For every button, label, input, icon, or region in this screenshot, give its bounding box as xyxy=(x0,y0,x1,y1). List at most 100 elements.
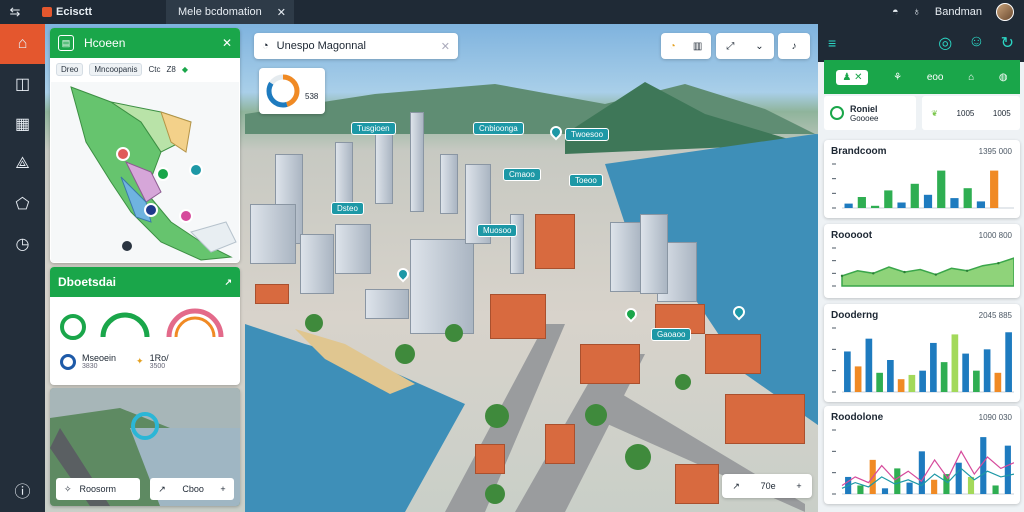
back-icon[interactable]: ⇆ xyxy=(0,0,30,24)
camera-label-box[interactable]: ✧ Roosorm xyxy=(56,478,140,500)
bar xyxy=(876,372,883,392)
region-map-header: ▤ Hcoeen ✕ xyxy=(50,28,240,58)
donut-chart xyxy=(266,74,300,108)
bar xyxy=(908,374,916,392)
tab-home-icon[interactable]: ⌂ xyxy=(968,72,974,83)
arrow-icon[interactable]: ↗ xyxy=(158,484,166,495)
map-marker[interactable]: Cmaoo xyxy=(503,168,541,181)
folder-icon[interactable]: ⬠ xyxy=(0,184,45,224)
expand-icon[interactable]: ⤢ xyxy=(726,41,734,52)
search-input[interactable]: Unespo Magonnal xyxy=(277,40,433,52)
refresh-icon[interactable]: ↻ xyxy=(1001,33,1014,53)
bar xyxy=(844,203,853,208)
navigation-icon[interactable]: ⟁ xyxy=(0,144,45,184)
leaf-icon xyxy=(830,106,844,120)
map-layers-icon[interactable]: ◫ xyxy=(0,64,45,104)
avatar[interactable] xyxy=(996,3,1014,21)
map-marker[interactable]: Tusgioen xyxy=(351,122,396,135)
close-icon[interactable]: ✕ xyxy=(222,36,232,50)
map-marker[interactable]: Twoesoo xyxy=(565,128,610,141)
bar xyxy=(951,334,959,392)
analytics-toolbar: ≡ ◎ ☺ ↻ xyxy=(818,24,1024,62)
map-marker[interactable]: Dsteo xyxy=(331,202,364,215)
chart-value: 2045 885 xyxy=(978,311,1012,320)
map-marker[interactable]: Muosoo xyxy=(477,224,518,237)
tab-label[interactable]: eoo xyxy=(927,72,944,83)
bar xyxy=(894,468,901,494)
chart-title: Brandcoom xyxy=(831,146,887,157)
bar xyxy=(844,351,851,392)
bar-chart xyxy=(832,163,1014,209)
chart-card: Brandcoom 1395 000 xyxy=(824,140,1020,218)
chevron-down-icon[interactable]: ⌄ xyxy=(755,41,763,52)
stat-label: Mseoein xyxy=(82,353,117,363)
bar xyxy=(992,485,999,494)
filter-chip[interactable]: Ctc xyxy=(148,65,160,74)
app-logo-icon xyxy=(42,7,52,17)
summary-value: 1005 xyxy=(956,108,975,118)
active-tab[interactable]: Mele bcdomation ✕ xyxy=(166,0,294,24)
stats-header: Dboetsdai ↗ xyxy=(50,267,240,297)
map-footer-label: 70e xyxy=(760,481,776,491)
settings-icon[interactable]: ⓘ xyxy=(0,478,45,502)
filter-chip[interactable]: Z8 xyxy=(166,65,175,74)
data-point xyxy=(934,273,938,276)
summary-value: 1005 xyxy=(992,108,1011,118)
donut-value: 538 xyxy=(305,92,319,101)
add-icon[interactable]: + xyxy=(796,481,801,491)
donut-widget: 538 xyxy=(259,68,325,114)
sparkle-icon: ✦ xyxy=(136,356,144,366)
user-name[interactable]: Bandman xyxy=(935,6,982,18)
tab-globe-icon[interactable]: ◍ xyxy=(999,72,1008,83)
bar xyxy=(854,366,862,392)
notification-icon[interactable]: ◓ xyxy=(892,6,899,18)
camera-feed-panel[interactable]: ✧ Roosorm ↗ Cboo + xyxy=(50,388,240,506)
camera-control-box[interactable]: ↗ Cboo + xyxy=(150,478,234,500)
map-footer-control: ↗ 70e + xyxy=(722,474,812,498)
combo-chart xyxy=(832,429,1014,495)
map-marker[interactable]: Toeoo xyxy=(569,174,603,187)
filter-row: Dreo Mncoopanis Ctc Z8 ◆ xyxy=(50,58,240,80)
layer-icon[interactable]: ◆ xyxy=(182,65,188,74)
refresh-icon[interactable]: ◔ xyxy=(670,41,676,52)
stats-panel: Dboetsdai ↗ Mseoein 3830 ✦ 1Ro/ 3500 xyxy=(50,267,240,385)
user-icon[interactable]: ♁ xyxy=(913,6,921,18)
clear-icon[interactable]: ✕ xyxy=(441,40,450,53)
data-point xyxy=(840,274,844,278)
search-bar[interactable]: ◔ Unespo Magonnal ✕ xyxy=(254,33,458,59)
smiley-icon[interactable]: ☺ xyxy=(968,33,984,53)
filter-chip[interactable]: Mncoopanis xyxy=(89,62,143,76)
tab-close-icon[interactable]: ✕ xyxy=(277,6,286,19)
tab-network-icon[interactable]: ⚘ xyxy=(893,72,902,83)
chart-value: 1395 000 xyxy=(978,147,1012,156)
region-map[interactable] xyxy=(51,82,239,262)
bar xyxy=(857,197,866,208)
map-marker[interactable]: Gaoaoo xyxy=(651,328,692,341)
menu-icon[interactable]: ≡ xyxy=(828,35,836,51)
alert-button[interactable]: ♪ xyxy=(778,33,810,59)
settings-icon[interactable]: ↗ xyxy=(224,277,232,288)
data-point xyxy=(872,272,875,275)
message-icon[interactable]: ◎ xyxy=(938,33,952,53)
clock-icon[interactable]: ◷ xyxy=(0,224,45,264)
grid-map-icon[interactable]: ▦ xyxy=(0,104,45,144)
stats-items: Mseoein 3830 ✦ 1Ro/ 3500 xyxy=(60,353,169,370)
add-icon[interactable]: + xyxy=(220,484,225,494)
chart-value: 1090 030 xyxy=(978,413,1012,422)
ring-icon xyxy=(60,353,76,370)
bar xyxy=(962,353,969,392)
filter-chip[interactable]: Dreo xyxy=(56,62,84,76)
map-marker[interactable]: Cnbioonga xyxy=(473,122,524,135)
stat-item: Mseoein 3830 xyxy=(60,353,116,370)
bar xyxy=(963,188,972,208)
tab-person-icon[interactable]: ♟ ✕ xyxy=(836,69,869,85)
arrow-icon[interactable]: ↗ xyxy=(732,481,740,492)
stat-label: 1Ro/ xyxy=(149,353,169,363)
stats-title: Dboetsdai xyxy=(58,275,117,289)
region-map-panel: ▤ Hcoeen ✕ Dreo Mncoopanis Ctc Z8 ◆ xyxy=(50,28,240,263)
bar xyxy=(940,362,948,392)
gauge-row xyxy=(60,308,224,340)
home-icon[interactable]: ⌂ xyxy=(0,24,45,64)
summary-subtitle: Goooee xyxy=(850,113,879,123)
chart-icon[interactable]: ▥ xyxy=(693,41,702,52)
